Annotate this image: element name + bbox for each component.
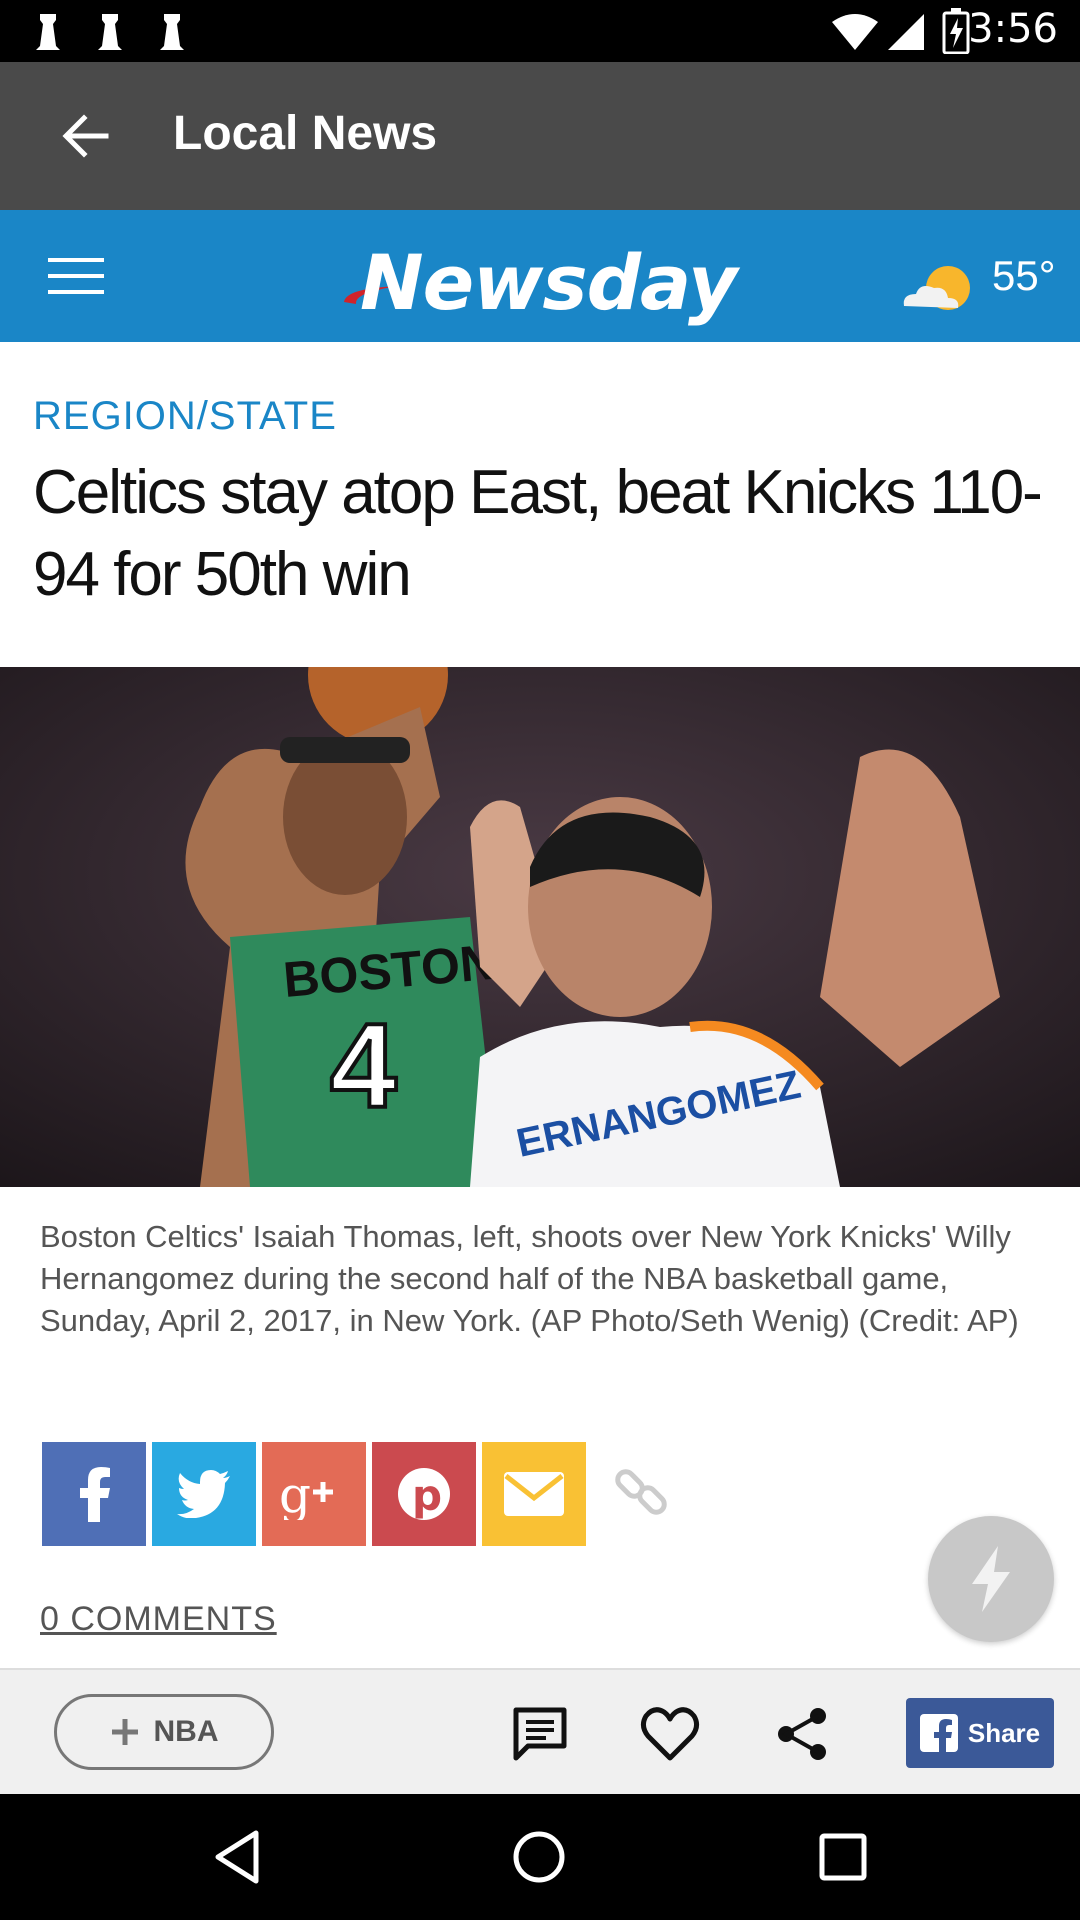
system-nav-bar xyxy=(0,1794,1080,1920)
pinterest-share-button[interactable]: p xyxy=(372,1442,476,1546)
partly-cloudy-icon[interactable] xyxy=(898,262,982,318)
nav-home-button[interactable] xyxy=(506,1824,572,1890)
nav-back-icon xyxy=(215,1830,259,1884)
share-buttons: g p xyxy=(42,1442,742,1546)
copy-link-icon[interactable] xyxy=(612,1462,672,1522)
email-share-button[interactable] xyxy=(482,1442,586,1546)
comment-icon xyxy=(513,1707,567,1761)
comments-link[interactable]: 0 COMMENTS xyxy=(40,1600,277,1639)
flash-fab-button[interactable] xyxy=(928,1516,1054,1642)
page-title: Local News xyxy=(173,107,438,160)
wifi-icon xyxy=(832,14,878,50)
svg-text:p: p xyxy=(412,1471,442,1520)
twitter-share-button[interactable] xyxy=(152,1442,256,1546)
heart-icon xyxy=(640,1707,700,1761)
notification-icon xyxy=(36,14,60,50)
hamburger-menu-icon[interactable] xyxy=(48,256,104,296)
facebook-icon xyxy=(919,1714,958,1752)
nav-home-icon xyxy=(513,1831,565,1883)
facebook-share-button[interactable] xyxy=(42,1442,146,1546)
twitter-icon xyxy=(177,1470,230,1518)
app-bar: Local News xyxy=(0,62,1080,210)
notification-icon xyxy=(98,14,122,50)
tag-label: NBA xyxy=(153,1715,219,1748)
svg-text:4: 4 xyxy=(330,999,397,1133)
section-label[interactable]: REGION/STATE xyxy=(33,394,337,439)
lightning-bolt-icon xyxy=(972,1546,1010,1612)
article-action-bar: NBA Share xyxy=(0,1668,1080,1794)
nav-recents-icon xyxy=(819,1833,867,1881)
article-headline: Celtics stay atop East, beat Knicks 110-… xyxy=(33,458,1043,609)
photo-illustration: BOSTON 4 ERNANGOMEZ xyxy=(0,667,1080,1187)
follow-tag-button[interactable]: NBA xyxy=(54,1694,274,1770)
nav-recents-button[interactable] xyxy=(810,1824,876,1890)
share-icon xyxy=(778,1708,826,1760)
pinterest-icon: p xyxy=(398,1468,450,1520)
comment-button[interactable] xyxy=(508,1702,572,1766)
google-plus-icon: g xyxy=(279,1468,333,1520)
weather-temperature[interactable]: 55° xyxy=(992,252,1056,300)
plus-icon xyxy=(111,1719,138,1745)
google-plus-share-button[interactable]: g xyxy=(262,1442,366,1546)
nav-back-button[interactable] xyxy=(204,1824,270,1890)
share-button[interactable] xyxy=(770,1702,834,1766)
notification-icon xyxy=(160,14,184,50)
svg-text:g: g xyxy=(279,1468,311,1520)
facebook-share-pill[interactable]: Share xyxy=(906,1698,1054,1768)
email-icon xyxy=(504,1472,564,1516)
status-bar: 3:56 xyxy=(0,0,1080,62)
article-photo[interactable]: BOSTON 4 ERNANGOMEZ xyxy=(0,667,1080,1187)
signal-icon xyxy=(888,14,924,50)
article-content: REGION/STATE Celtics stay atop East, bea… xyxy=(0,342,1080,1668)
favorite-button[interactable] xyxy=(638,1702,702,1766)
status-time: 3:56 xyxy=(968,6,1058,52)
fb-share-label: Share xyxy=(967,1717,1041,1748)
photo-caption: Boston Celtics' Isaiah Thomas, left, sho… xyxy=(40,1219,1019,1338)
newsday-logo[interactable]: Newsday xyxy=(340,238,750,327)
facebook-icon xyxy=(80,1467,110,1522)
back-arrow-icon[interactable] xyxy=(58,108,114,164)
newsday-header: Newsday 55° xyxy=(0,210,1080,342)
battery-icon xyxy=(942,8,970,54)
logo-text: Newsday xyxy=(360,238,737,327)
